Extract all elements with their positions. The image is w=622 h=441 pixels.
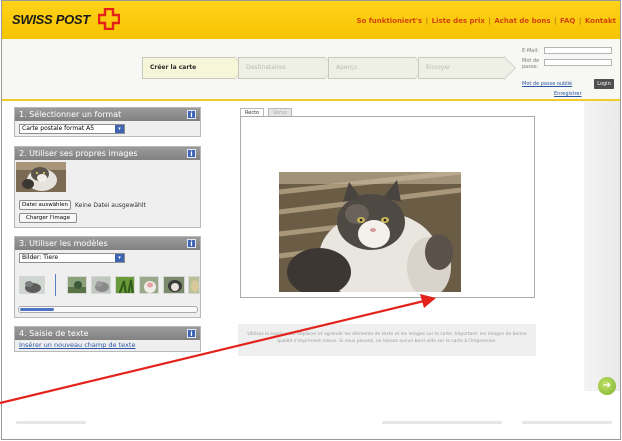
template-thumbnail[interactable]	[67, 276, 87, 294]
template-category-select[interactable]: Bilder: Tiere ▾	[19, 253, 125, 263]
register-link[interactable]: Enregistrer	[554, 91, 582, 97]
nav-link-price-list[interactable]: Liste des prix	[432, 17, 485, 25]
template-thumbnail[interactable]	[91, 276, 111, 294]
nav-link-how-it-works[interactable]: So funktioniert's	[356, 17, 422, 25]
chevron-down-icon: ▾	[115, 254, 124, 262]
footer-blurred-text	[382, 421, 502, 424]
footer-blurred-text	[16, 421, 86, 424]
next-arrow-icon[interactable]: ➜	[598, 377, 616, 395]
right-margin	[584, 101, 620, 391]
footer-blurred-text	[522, 421, 612, 424]
uploaded-image-thumbnail[interactable]	[16, 162, 66, 192]
password-field[interactable]	[544, 59, 612, 66]
format-panel-header: 1. Sélectionner un format i	[15, 108, 200, 121]
top-navigation: So funktioniert's | Liste des prix | Ach…	[356, 17, 616, 25]
text-panel-title: 4. Saisie de texte	[19, 329, 89, 338]
step-label: Envoyer	[426, 64, 451, 71]
file-status-text: Keine Datei ausgewählt	[75, 202, 146, 209]
format-select[interactable]: Carte postale format A5 ▾	[19, 124, 125, 134]
template-category-value: Bilder: Tiere	[22, 254, 59, 261]
forgot-password-link[interactable]: Mot de passe oublié	[522, 81, 572, 87]
email-field[interactable]	[544, 47, 612, 54]
password-label: Mot de passe:	[522, 58, 540, 70]
nav-link-buy-vouchers[interactable]: Achat de bons	[494, 17, 550, 25]
nav-link-faq[interactable]: FAQ	[560, 17, 575, 25]
format-panel-title: 1. Sélectionner un format	[19, 110, 122, 119]
insert-text-field-link[interactable]: Insérer un nouveau champ de texte	[19, 341, 135, 349]
template-thumbnail[interactable]	[139, 276, 159, 294]
chevron-down-icon: ▾	[115, 125, 124, 133]
own-images-panel: 2. Utiliser ses propres images i Datei a…	[14, 146, 201, 228]
swiss-post-logo[interactable]: SWISS POST	[12, 12, 90, 27]
own-images-panel-header: 2. Utiliser ses propres images i	[15, 147, 200, 160]
header-bar: SWISS POST So funktioniert's | Liste des…	[2, 1, 620, 39]
info-icon[interactable]: i	[187, 110, 196, 119]
upload-image-button[interactable]: Charger l'image	[19, 213, 77, 223]
editor-hint-text: Utilisez la souris pour déplacer et agra…	[238, 324, 536, 356]
template-thumbnail[interactable]	[19, 276, 45, 294]
template-thumbnail[interactable]	[163, 276, 185, 294]
template-thumbnail[interactable]	[115, 276, 135, 294]
format-select-value: Carte postale format A5	[22, 125, 95, 132]
step-label: Destinataires	[246, 64, 286, 71]
swiss-cross-logo-icon	[98, 8, 120, 30]
login-button[interactable]: Login	[594, 79, 614, 89]
footer	[2, 413, 620, 439]
format-panel: 1. Sélectionner un format i Carte postal…	[14, 107, 201, 137]
step-label: Aperçu	[336, 64, 358, 71]
templates-scrollbar-thumb[interactable]	[20, 308, 54, 311]
template-selection-divider	[55, 274, 56, 296]
app-window: SWISS POST So funktioniert's | Liste des…	[1, 0, 621, 440]
info-icon[interactable]: i	[187, 149, 196, 158]
text-panel: 4. Saisie de texte i Insérer un nouveau …	[14, 326, 201, 352]
template-thumbnail[interactable]	[188, 276, 200, 294]
templates-panel-header: 3. Utiliser les modèles i	[15, 237, 200, 250]
info-icon[interactable]: i	[187, 239, 196, 248]
step-label: Créer la carte	[150, 64, 197, 71]
nav-link-contact[interactable]: Kontakt	[585, 17, 616, 25]
postcard-canvas[interactable]	[240, 116, 535, 298]
templates-panel-title: 3. Utiliser les modèles	[19, 239, 108, 248]
card-photo[interactable]	[279, 172, 461, 292]
info-icon[interactable]: i	[187, 329, 196, 338]
login-box: E-Mail: Mot de passe: Mot de passe oubli…	[522, 45, 618, 95]
choose-file-button[interactable]: Datei auswählen	[19, 200, 71, 210]
email-label: E-Mail:	[522, 48, 539, 54]
own-images-panel-title: 2. Utiliser ses propres images	[19, 149, 138, 158]
templates-scrollbar[interactable]	[18, 306, 198, 313]
templates-panel: 3. Utiliser les modèles i Bilder: Tiere …	[14, 236, 201, 318]
text-panel-header: 4. Saisie de texte i	[15, 327, 200, 340]
